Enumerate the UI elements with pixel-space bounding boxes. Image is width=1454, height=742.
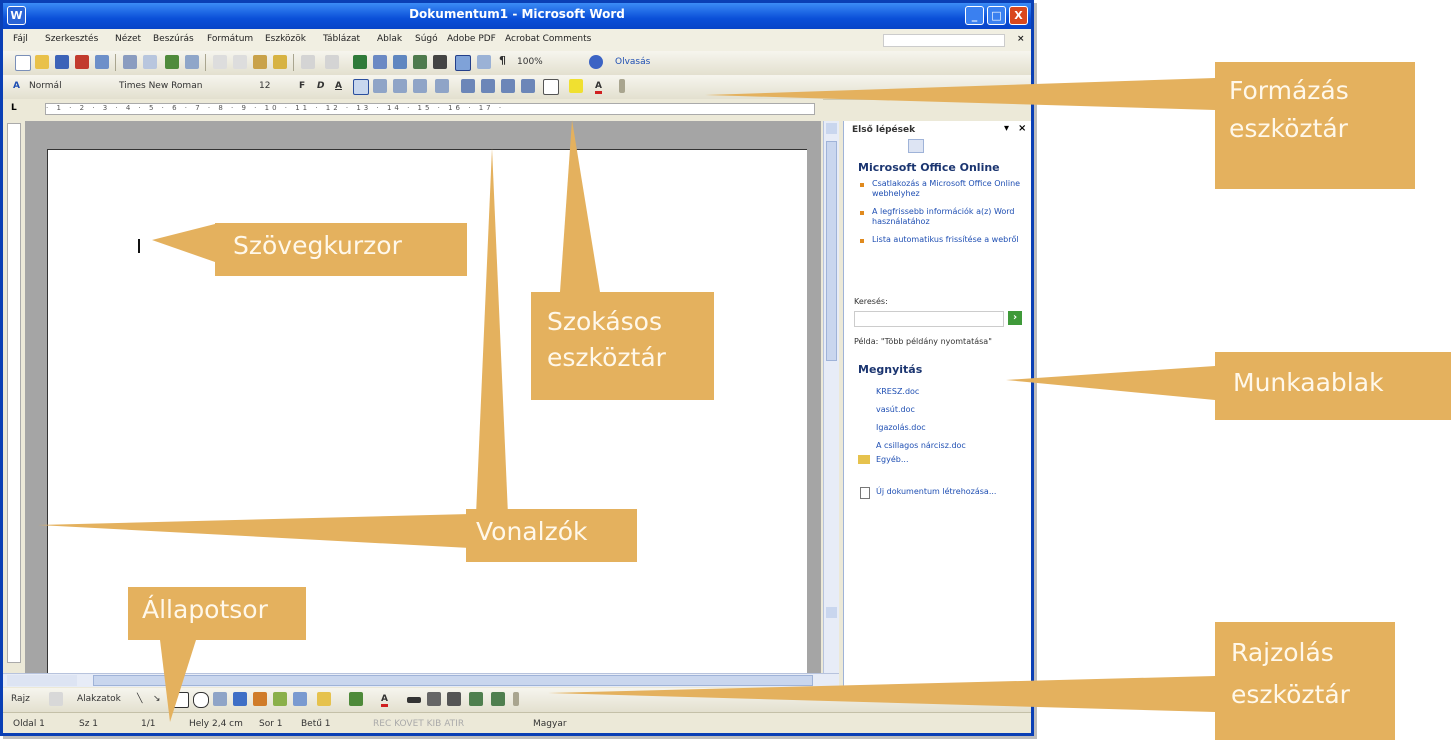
callout-standard-toolbar: Szokásos eszköztár [531,292,714,400]
callout-standard-line2: eszköztár [547,343,666,372]
pointer-standard [560,120,600,292]
pointer-statusbar [160,640,196,722]
callout-formatting-line2: eszköztár [1229,114,1348,143]
callout-drawing-line1: Rajzolás [1231,638,1334,667]
callout-task-pane: Munkaablak [1215,352,1451,420]
callout-status-bar: Állapotsor [128,587,306,640]
callout-rulers: Vonalzók [466,509,637,562]
callout-drawing-toolbar: Rajzolás eszköztár [1215,622,1395,740]
pointer-ruler-left [38,514,470,548]
callout-standard-line1: Szokásos [547,307,662,336]
callout-taskpane-text: Munkaablak [1233,368,1384,397]
callout-text-cursor: Szövegkurzor [215,223,467,276]
pointer-ruler-top [476,148,508,515]
pointer-cursor [152,224,215,262]
pointer-formatting [705,78,1215,110]
callout-formatting-toolbar: Formázás eszköztár [1215,62,1415,189]
callout-statusbar-text: Állapotsor [142,595,268,624]
pointer-drawing [548,676,1215,712]
callout-formatting-line1: Formázás [1229,76,1349,105]
callout-cursor-text: Szövegkurzor [233,231,402,260]
callout-rulers-text: Vonalzók [476,517,588,546]
pointer-taskpane [1006,366,1215,400]
callout-drawing-line2: eszköztár [1231,680,1350,709]
